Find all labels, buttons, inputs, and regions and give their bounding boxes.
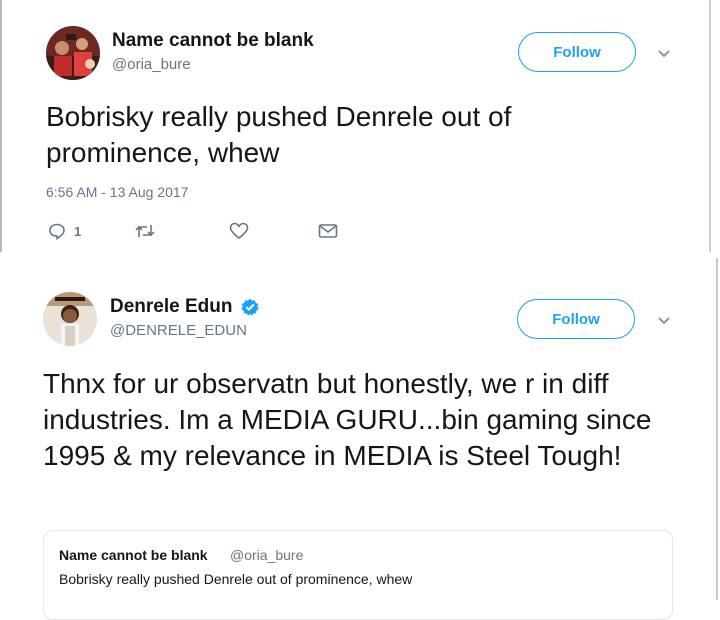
card-border [716, 258, 718, 600]
envelope-icon [318, 224, 338, 238]
card-border [709, 0, 711, 252]
quoted-author-handle: @oria_bure [230, 547, 304, 563]
follow-button[interactable]: Follow [517, 299, 635, 339]
heart-icon [229, 222, 249, 240]
reply-icon [49, 223, 65, 240]
reply-action[interactable]: 1 [48, 222, 81, 240]
like-action[interactable] [229, 222, 249, 240]
direct-message-action[interactable] [318, 223, 338, 239]
tweet-text: Bobrisky really pushed Denrele out of pr… [46, 101, 512, 168]
retweet-icon [135, 225, 155, 237]
quoted-author-name: Name cannot be blank [59, 547, 208, 563]
author-name[interactable]: Name cannot be blank [112, 30, 314, 52]
quoted-tweet[interactable]: Name cannot be blank @oria_bure Bobrisky… [43, 530, 673, 620]
tweet-text: Thnx for ur observatn but honestly, we r… [43, 368, 652, 471]
author-handle[interactable]: @DENRELE_EDUN [110, 322, 247, 339]
chevron-down-icon[interactable] [656, 48, 672, 60]
tweet-card-2: Denrele Edun @DENRELE_EDUN Follow Thnx f… [0, 258, 720, 620]
timestamp[interactable]: 6:56 AM - 13 Aug 2017 [46, 184, 188, 200]
avatar[interactable] [46, 26, 100, 80]
reply-count: 1 [74, 223, 82, 239]
card-border [0, 0, 2, 252]
verified-badge-icon [241, 298, 259, 316]
chevron-down-icon[interactable] [656, 315, 672, 327]
retweet-action[interactable] [134, 222, 156, 240]
tweet-card-1: Name cannot be blank @oria_bure Follow B… [0, 0, 720, 252]
author-handle[interactable]: @oria_bure [112, 56, 191, 73]
follow-button[interactable]: Follow [518, 32, 636, 72]
quoted-tweet-text: Bobrisky really pushed Denrele out of pr… [59, 571, 413, 587]
avatar[interactable] [43, 292, 97, 346]
author-name[interactable]: Denrele Edun [110, 296, 232, 318]
